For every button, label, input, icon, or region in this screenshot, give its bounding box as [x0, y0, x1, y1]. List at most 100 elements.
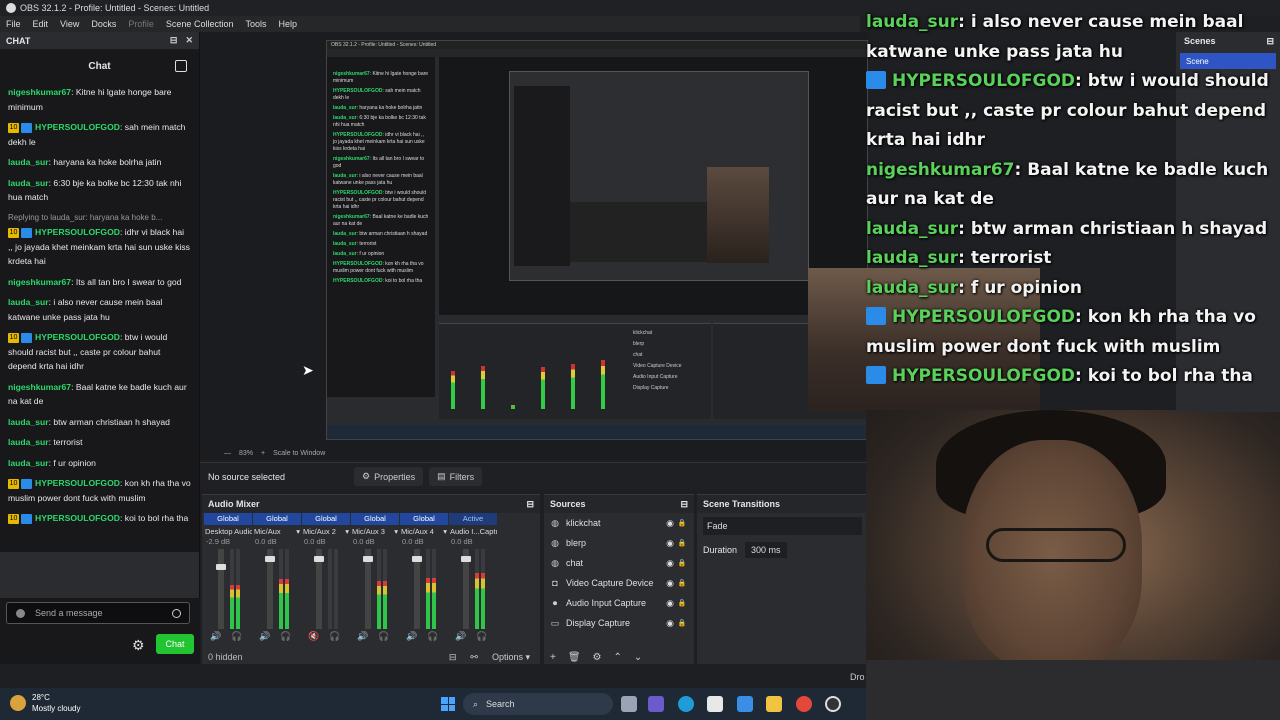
channel-menu-icon[interactable]: ▾ — [345, 527, 349, 536]
headphones-icon[interactable]: 🎧 — [378, 631, 389, 642]
channel-menu-icon[interactable]: ▾ — [394, 527, 398, 536]
volume-fader[interactable] — [461, 549, 471, 629]
panel-float-icon[interactable]: ⊟ — [680, 499, 688, 510]
headphones-icon[interactable]: 🎧 — [427, 631, 438, 642]
undock-icon[interactable]: ⊟ — [170, 35, 178, 46]
edge-icon[interactable] — [678, 696, 694, 712]
lock-icon[interactable]: 🔒 — [676, 619, 688, 627]
speaker-icon[interactable]: 🔊 — [259, 631, 270, 642]
chat-username[interactable]: lauda_sur — [8, 417, 49, 427]
close-icon[interactable]: ✕ — [185, 35, 193, 46]
transition-select[interactable]: Fade — [703, 517, 862, 535]
headphones-icon[interactable]: 🎧 — [231, 631, 242, 642]
chat-username[interactable]: lauda_sur — [8, 437, 49, 447]
speaker-icon[interactable]: 🔇 — [308, 631, 319, 642]
zoom-in-icon[interactable]: + — [261, 450, 265, 457]
menu-item-file[interactable]: File — [0, 19, 27, 29]
mixer-layout-icon[interactable]: ⊟ — [449, 652, 457, 663]
lock-icon[interactable]: 🔒 — [676, 559, 688, 567]
volume-fader[interactable] — [363, 549, 373, 629]
menu-item-docks[interactable]: Docks — [85, 19, 122, 29]
channel-name[interactable]: Mic/Aux 4 ▾ — [400, 525, 448, 537]
source-item[interactable]: ◍ blerp ◉ 🔒 — [544, 533, 694, 553]
volume-fader[interactable] — [265, 549, 275, 629]
fader-knob[interactable] — [216, 563, 226, 570]
channel-name[interactable]: Mic/Aux 3 ▾ — [351, 525, 399, 537]
panel-float-icon[interactable]: ⊟ — [526, 499, 534, 510]
scene-preview[interactable]: OBS 32.1.2 - Profile: Untitled - Scenes:… — [200, 32, 868, 446]
visibility-eye-icon[interactable]: ◉ — [664, 578, 676, 589]
speaker-icon[interactable]: 🔊 — [406, 631, 417, 642]
headphones-icon[interactable]: 🎧 — [329, 631, 340, 642]
windows-start-icon[interactable] — [441, 697, 455, 711]
channel-name[interactable]: Mic/Aux ▾ — [253, 525, 301, 537]
menu-item-edit[interactable]: Edit — [27, 19, 55, 29]
obs-taskbar-icon[interactable] — [825, 696, 841, 712]
chat-settings-gear-icon[interactable]: ⚙ — [132, 638, 146, 652]
fader-knob[interactable] — [265, 556, 275, 563]
properties-button[interactable]: ⚙ Properties — [354, 467, 424, 486]
users-icon[interactable] — [175, 60, 187, 72]
menu-item-tools[interactable]: Tools — [239, 19, 272, 29]
visibility-eye-icon[interactable]: ◉ — [664, 518, 676, 529]
source-item[interactable]: ▭ Display Capture ◉ 🔒 — [544, 613, 694, 633]
volume-fader[interactable] — [216, 549, 226, 629]
mail-icon[interactable] — [737, 696, 753, 712]
channel-menu-icon[interactable]: ▾ — [443, 527, 447, 536]
source-item[interactable]: ◍ chat ◉ 🔒 — [544, 553, 694, 573]
duration-input[interactable]: 300 ms — [745, 542, 787, 558]
move-up-icon[interactable]: ⌃ — [614, 652, 622, 663]
speaker-icon[interactable]: 🔊 — [210, 631, 221, 642]
speaker-icon[interactable]: 🔊 — [455, 631, 466, 642]
chat-username[interactable]: lauda_sur — [8, 297, 49, 307]
chat-username[interactable]: nigeshkumar67 — [8, 87, 71, 97]
chat-username[interactable]: HYPERSOULOFGOD — [35, 332, 120, 342]
file-explorer-icon[interactable] — [766, 696, 782, 712]
speaker-icon[interactable]: 🔊 — [357, 631, 368, 642]
fader-knob[interactable] — [363, 556, 373, 563]
chat-username[interactable]: lauda_sur — [8, 458, 49, 468]
menu-item-scene-collection[interactable]: Scene Collection — [160, 19, 240, 29]
menu-item-help[interactable]: Help — [272, 19, 303, 29]
chat-username[interactable]: HYPERSOULOFGOD — [35, 122, 120, 132]
channel-name[interactable]: Desktop Audio▾ — [204, 525, 252, 537]
store-icon[interactable] — [707, 696, 723, 712]
headphones-icon[interactable]: 🎧 — [280, 631, 291, 642]
weather-widget[interactable]: 28°C Mostly cloudy — [10, 692, 80, 714]
visibility-eye-icon[interactable]: ◉ — [664, 538, 676, 549]
move-down-icon[interactable]: ⌄ — [634, 652, 642, 663]
source-item[interactable]: ⏺ Audio Input Capture ◉ 🔒 — [544, 593, 694, 613]
fader-knob[interactable] — [412, 556, 422, 563]
chrome-icon[interactable] — [796, 696, 812, 712]
volume-fader[interactable] — [314, 549, 324, 629]
remove-source-icon[interactable]: 🗑 — [568, 652, 581, 663]
source-settings-icon[interactable]: ⚙ — [593, 652, 602, 663]
volume-fader[interactable] — [412, 549, 422, 629]
lock-icon[interactable]: 🔒 — [676, 539, 688, 547]
emoji-icon[interactable] — [172, 609, 181, 618]
visibility-eye-icon[interactable]: ◉ — [664, 618, 676, 629]
channel-name[interactable]: Mic/Aux 2 ▾ — [302, 525, 350, 537]
chat-username[interactable]: HYPERSOULOFGOD — [35, 478, 120, 488]
lock-icon[interactable]: 🔒 — [676, 519, 688, 527]
channel-name[interactable]: Audio I...Capture▾ — [449, 525, 497, 537]
menu-item-view[interactable]: View — [54, 19, 85, 29]
chat-username[interactable]: nigeshkumar67 — [8, 382, 71, 392]
chat-username[interactable]: HYPERSOULOFGOD — [35, 227, 120, 237]
taskbar-search[interactable]: ⌕ Search — [463, 693, 613, 715]
scale-to-window[interactable]: Scale to Window — [273, 450, 325, 457]
chat-username[interactable]: lauda_sur — [8, 157, 49, 167]
fader-knob[interactable] — [314, 556, 324, 563]
fader-knob[interactable] — [461, 556, 471, 563]
source-item[interactable]: ◍ klickchat ◉ 🔒 — [544, 513, 694, 533]
chat-send-button[interactable]: Chat — [156, 634, 194, 654]
lock-icon[interactable]: 🔒 — [676, 579, 688, 587]
mixer-options-button[interactable]: Options ▾ — [492, 652, 530, 663]
headphones-icon[interactable]: 🎧 — [476, 631, 487, 642]
task-view-icon[interactable] — [621, 696, 637, 712]
chat-message-input[interactable]: Send a message — [6, 602, 190, 624]
source-item[interactable]: ◘ Video Capture Device ◉ 🔒 — [544, 573, 694, 593]
add-source-icon[interactable]: + — [550, 652, 556, 663]
channel-menu-icon[interactable]: ▾ — [296, 527, 300, 536]
visibility-eye-icon[interactable]: ◉ — [664, 598, 676, 609]
